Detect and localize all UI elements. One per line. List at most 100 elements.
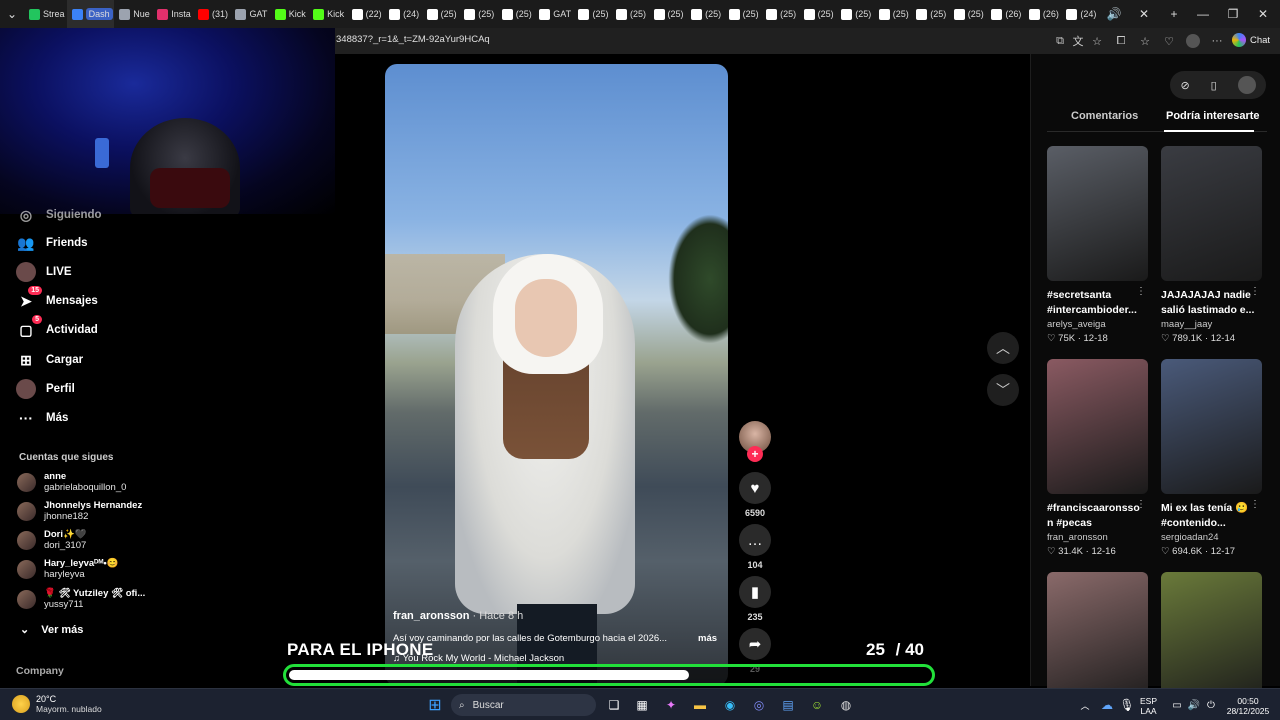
tab-you-may-like[interactable]: Podría interesarte [1166, 110, 1260, 122]
card-options-icon[interactable]: ⋮ [1250, 286, 1260, 297]
browser-tab[interactable]: (25) [949, 0, 987, 28]
photos-icon[interactable]: ▤ [778, 695, 798, 715]
clock[interactable]: 00:50 28/12/2025 [1224, 696, 1272, 716]
onedrive-icon[interactable]: ☁ [1097, 695, 1117, 715]
browser-tab[interactable]: (25) [761, 0, 799, 28]
followed-account[interactable]: 🌹 🛠 Yutzileу 🛠 ofi... yussy711 [17, 588, 145, 610]
browser-tab[interactable]: (24) [1061, 0, 1099, 28]
mute-tab-icon[interactable]: 🔊 [1099, 0, 1129, 28]
phone-icon[interactable]: ▯ [1211, 79, 1217, 92]
nav-item-cargar[interactable]: ⊞ Cargar [16, 350, 83, 370]
like-action[interactable]: ♥ 6590 [739, 472, 771, 518]
recommended-video-card[interactable]: Mi ex las tenía 🥲 #contenido... ⋮ sergioad… [1161, 359, 1262, 557]
save-action[interactable]: ▮ 235 [739, 576, 771, 622]
browser-tab[interactable]: Nue [114, 0, 152, 28]
browser-tab[interactable]: (24) [384, 0, 422, 28]
close-tab-icon[interactable]: ✕ [1129, 0, 1159, 28]
window-close-icon[interactable]: ✕ [1248, 0, 1278, 28]
settings-more-icon[interactable]: ··· [1210, 34, 1224, 48]
tab-list-icon[interactable]: ⌄ [0, 0, 24, 28]
translate-icon[interactable]: 文 [1071, 34, 1085, 48]
nav-item-mensajes[interactable]: ➤ 15 Mensajes [16, 286, 98, 311]
browser-tab[interactable]: (25) [836, 0, 874, 28]
start-windows-icon[interactable]: ⊞ [425, 695, 445, 715]
video-thumbnail[interactable] [1047, 572, 1148, 707]
edge-browser-icon[interactable]: ◉ [720, 695, 740, 715]
store-icon[interactable]: ▦ [632, 695, 652, 715]
followed-account[interactable]: anne gabrielaboquillon_0 [17, 471, 126, 493]
next-video-button[interactable]: ﹀ [987, 374, 1019, 406]
browser-tab[interactable]: (25) [573, 0, 611, 28]
favorites-icon[interactable]: ☆ [1138, 34, 1152, 48]
browser-tab[interactable]: Kick [270, 0, 308, 28]
recommended-video-card[interactable] [1047, 572, 1148, 707]
video-thumbnail[interactable] [1047, 359, 1148, 494]
video-author[interactable]: fran_aronsson · Hace 8 h [393, 610, 523, 622]
favorite-star-icon[interactable]: ☆ [1090, 34, 1104, 48]
recommended-video-card[interactable]: #franciscaaronsso n #pecas ⋮ fran_aronsson… [1047, 359, 1148, 557]
user-avatar[interactable] [1237, 76, 1256, 94]
browser-tab[interactable]: (25) [611, 0, 649, 28]
nav-item-actividad[interactable]: ▢ 5 Actividad [16, 315, 98, 340]
copilot-app-icon[interactable]: ✦ [661, 695, 681, 715]
app-icon[interactable]: ☺ [807, 695, 827, 715]
video-player[interactable]: fran_aronsson · Hace 8 h Así voy caminan… [385, 64, 728, 686]
minimize-icon[interactable]: — [1188, 0, 1218, 28]
browser-tab[interactable]: (25) [686, 0, 724, 28]
browser-tab[interactable]: (25) [874, 0, 912, 28]
browser-tab[interactable]: Strea [24, 0, 67, 28]
battery-icon[interactable]: ⏻ [1201, 695, 1221, 715]
browser-tab[interactable]: (25) [497, 0, 535, 28]
nav-item-following[interactable]: ◎ Siguiendo [16, 205, 102, 225]
extensions-icon[interactable]: ⧠ [1114, 34, 1128, 48]
browser-tab[interactable]: (25) [724, 0, 762, 28]
browser-tab[interactable]: (26) [1024, 0, 1062, 28]
video-thumbnail[interactable] [1161, 146, 1262, 281]
weather-widget[interactable]: 20°C Mayorm. nublado [12, 694, 102, 714]
video-thumbnail[interactable] [1047, 146, 1148, 281]
discord-icon[interactable]: ◎ [749, 695, 769, 715]
comment-action[interactable]: … 104 [739, 524, 771, 570]
browser-tab[interactable]: (22) [347, 0, 385, 28]
browser-tab[interactable]: Kick [308, 0, 346, 28]
browser-essentials-icon[interactable]: ♡ [1162, 34, 1176, 48]
browser-tab[interactable]: (31) [193, 0, 231, 28]
video-thumbnail[interactable] [1161, 572, 1262, 707]
compass-icon[interactable]: ⊘ [1180, 79, 1189, 92]
profile-avatar-icon[interactable] [1186, 34, 1200, 48]
nav-item-friends[interactable]: 👥 Friends [16, 233, 87, 253]
browser-tab[interactable]: GAT [230, 0, 269, 28]
video-more-button[interactable]: más [698, 633, 717, 644]
nav-item-perfil[interactable]: ◉ Perfil [16, 379, 75, 399]
company-link[interactable]: Company [16, 665, 64, 677]
followed-account[interactable]: Dori✨🖤 dori_3107 [17, 529, 87, 551]
card-options-icon[interactable]: ⋮ [1136, 499, 1146, 510]
tray-chevron-icon[interactable]: ︿ [1075, 695, 1095, 715]
copilot-chat-button[interactable]: Chat [1232, 33, 1270, 47]
bookmark-icon[interactable]: ▮ [739, 576, 771, 608]
task-view-icon[interactable]: ❑ [604, 695, 624, 715]
url-field[interactable]: 348837?_r=1&_t=ZM-92aYur9HCAq [336, 34, 490, 45]
followed-account[interactable]: Jhonnelys Hernandez jhonne182 [17, 500, 142, 522]
recommended-video-card[interactable] [1161, 572, 1262, 707]
card-options-icon[interactable]: ⋮ [1250, 499, 1260, 510]
video-thumbnail[interactable] [1161, 359, 1262, 494]
browser-tab[interactable]: (25) [649, 0, 687, 28]
see-more-button[interactable]: ⌄ Ver más [20, 623, 83, 637]
recommended-video-card[interactable]: JAJAJAJAJ nadie salió lastimado e... ⋮ maa… [1161, 146, 1262, 344]
tab-comments[interactable]: Comentarios [1071, 110, 1138, 122]
browser-tab[interactable]: (25) [422, 0, 460, 28]
comment-icon[interactable]: … [739, 524, 771, 556]
browser-tab[interactable]: (26) [986, 0, 1024, 28]
browser-tab[interactable]: (25) [911, 0, 949, 28]
browser-tab[interactable]: (25) [459, 0, 497, 28]
recommended-video-card[interactable]: #secretsanta #intercambioder... ⋮ arelys_a… [1047, 146, 1148, 344]
share-icon[interactable]: ➦ [739, 628, 771, 660]
follow-plus-icon[interactable]: + [747, 446, 763, 462]
followed-account[interactable]: Hary_leyvaᴰᴹ•😊 haryleyva [17, 558, 119, 580]
nav-item-más[interactable]: ··· Más [16, 408, 68, 428]
new-tab-icon[interactable]: + [1159, 0, 1189, 28]
browser-tab[interactable]: (25) [799, 0, 837, 28]
taskbar-search[interactable]: ⌕ Buscar [451, 694, 596, 716]
browser-tab[interactable]: Insta [152, 0, 193, 28]
